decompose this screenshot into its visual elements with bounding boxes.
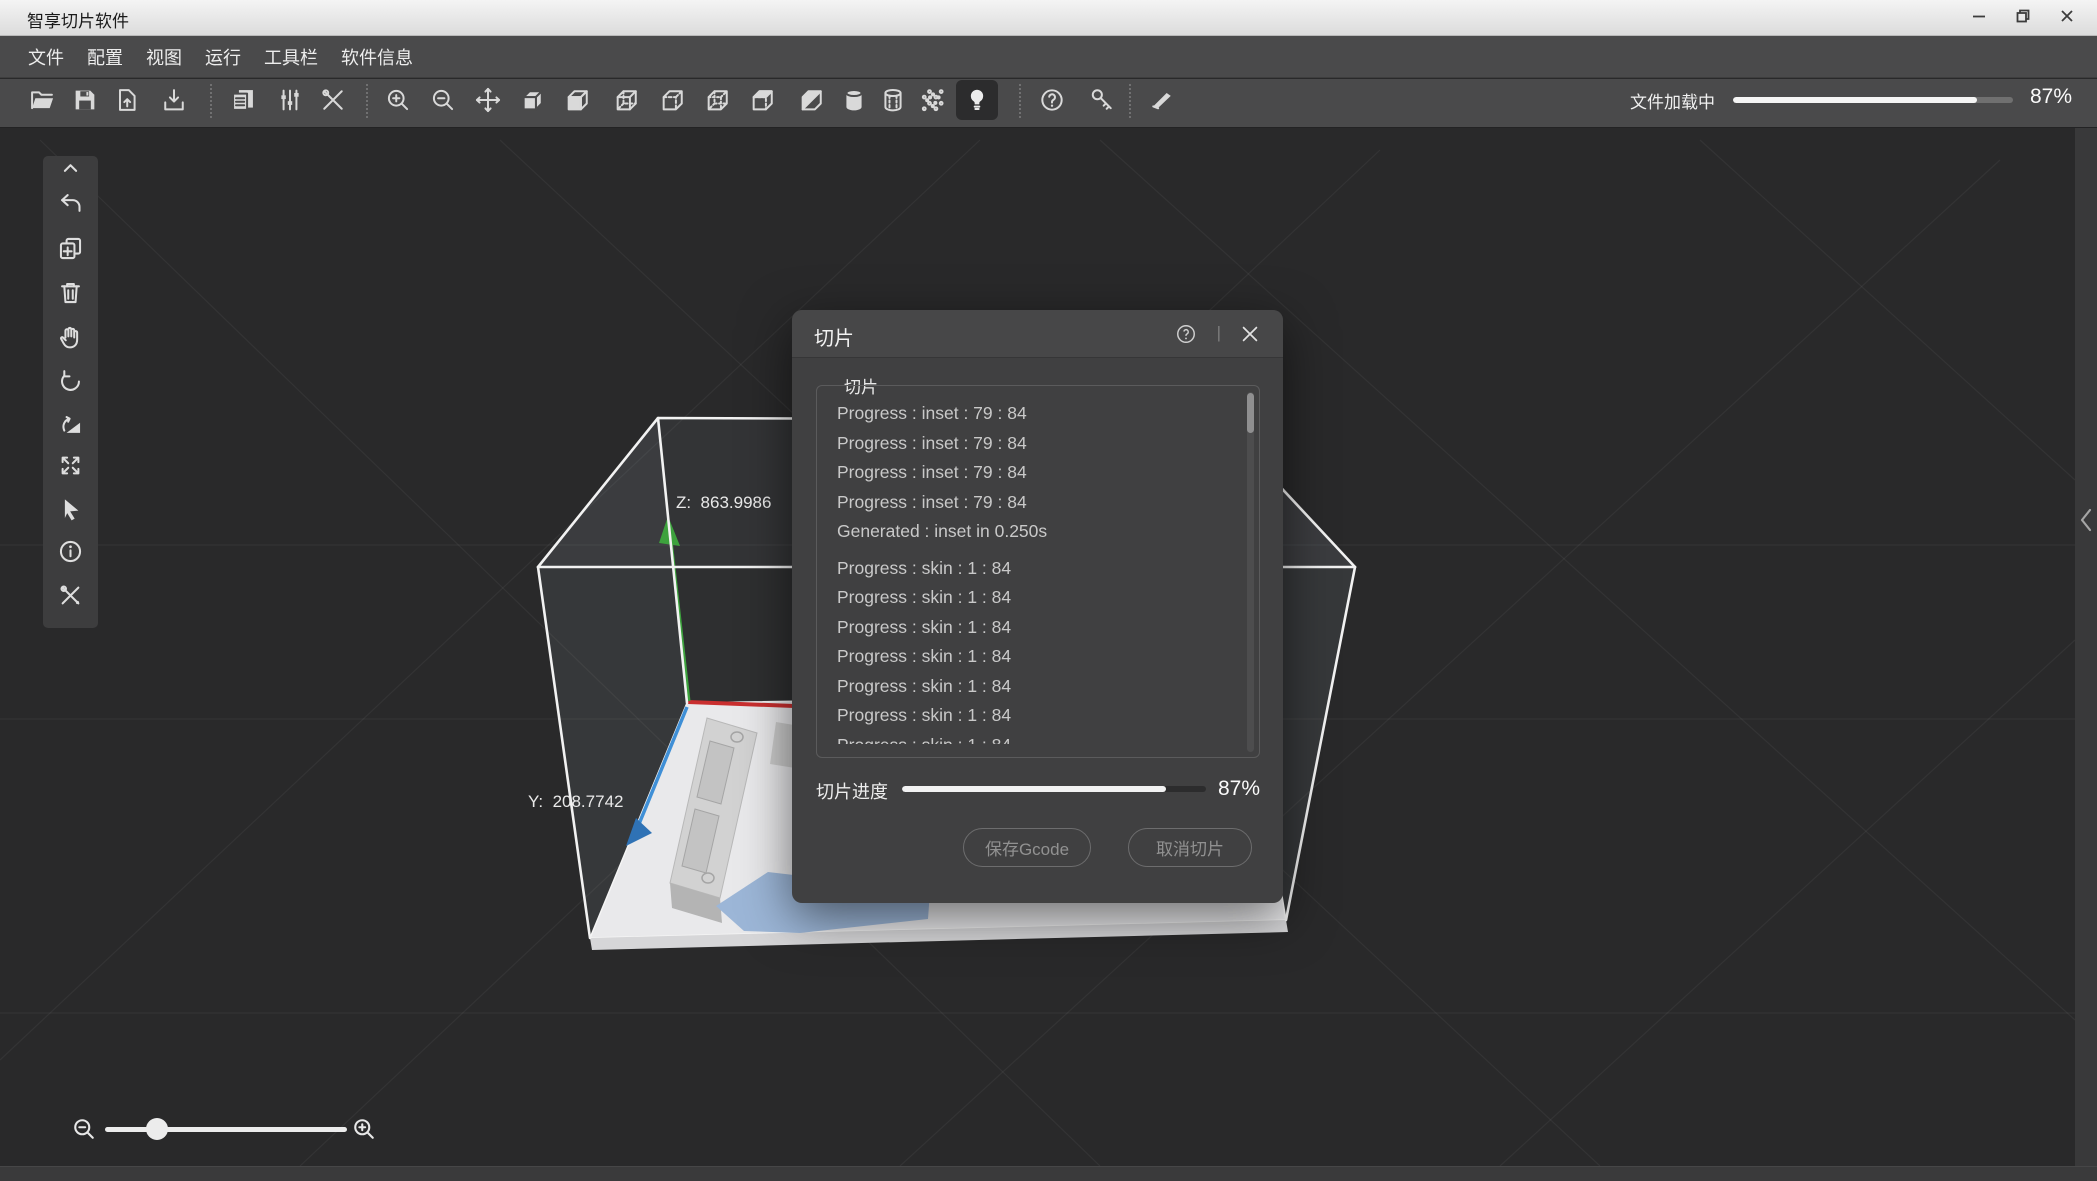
file-loading-label: 文件加载中: [1630, 88, 1715, 113]
dialog-help-button[interactable]: [1175, 323, 1197, 345]
slice-dialog: 切片 | 切片 Progress : inset : 79 : 84Progre…: [792, 310, 1283, 903]
chevron-left-icon: [2079, 632, 2093, 663]
minimize-icon: [1971, 8, 1987, 29]
restore-button[interactable]: [2001, 0, 2045, 36]
export-model-icon[interactable]: [157, 83, 191, 117]
slice-dialog-header[interactable]: 切片 |: [792, 310, 1283, 358]
slice-log-line: Progress : skin : 1 : 84: [831, 613, 1236, 643]
license-key-icon[interactable]: [1085, 83, 1119, 117]
close-button[interactable]: [2045, 0, 2089, 36]
help-icon: [1175, 332, 1197, 349]
cube-dashed-b-icon[interactable]: [701, 83, 735, 117]
cancel-slice-button[interactable]: 取消切片: [1128, 828, 1252, 867]
status-strip: [0, 1166, 2097, 1181]
collapse-chevron-icon[interactable]: [55, 152, 85, 182]
slice-log-line: Progress : skin : 1 : 84: [831, 642, 1236, 672]
slice-log-line: Progress : skin : 1 : 84: [831, 672, 1236, 702]
slice-log-line: Progress : inset : 79 : 84: [831, 458, 1236, 488]
open-file-icon[interactable]: [25, 83, 59, 117]
file-loading-progressbar: [1733, 97, 2013, 103]
mirror-icon[interactable]: [55, 410, 85, 440]
info-icon[interactable]: [55, 536, 85, 566]
save-file-icon[interactable]: [68, 83, 102, 117]
window-title: 智享切片软件: [27, 7, 129, 32]
cylinder-wireframe-icon[interactable]: [876, 83, 910, 117]
menu-file[interactable]: 文件: [28, 44, 64, 70]
zoom-out-icon[interactable]: [426, 83, 460, 117]
duplicate-icon[interactable]: [55, 233, 85, 263]
toolbar-separator: [1019, 84, 1021, 118]
slice-log-line: Progress : inset : 79 : 84: [831, 488, 1236, 518]
toolbar-separator: [210, 84, 212, 118]
repair-model-icon[interactable]: [55, 580, 85, 610]
rotate-icon[interactable]: [55, 366, 85, 396]
undo-icon[interactable]: [55, 188, 85, 218]
cube-dashed-a-icon[interactable]: [656, 83, 690, 117]
zoom-in-icon[interactable]: [381, 83, 415, 117]
menu-view[interactable]: 视图: [146, 44, 182, 70]
move-icon[interactable]: [471, 83, 505, 117]
cylinder-icon[interactable]: [837, 83, 871, 117]
slice-log-line: Progress : skin : 1 : 84: [831, 731, 1236, 745]
file-loading-progress-fill: [1733, 97, 1977, 103]
toolbar-separator: [366, 84, 368, 118]
slice-log-line: Progress : skin : 1 : 84: [831, 583, 1236, 613]
viewport-zoom-in-icon[interactable]: [350, 1115, 378, 1143]
cube-wireframe-icon[interactable]: [610, 83, 644, 117]
dialog-close-button[interactable]: [1239, 323, 1261, 345]
menu-bar: 文件 配置 视图 运行 工具栏 软件信息: [0, 36, 2097, 78]
dialog-header-separator: |: [1217, 323, 1221, 343]
fit-view-icon[interactable]: [55, 450, 85, 480]
slice-log-line: Progress : inset : 79 : 84: [831, 399, 1236, 429]
viewport-zoom-slider-thumb[interactable]: [146, 1118, 168, 1140]
print-pages-icon[interactable]: [226, 83, 260, 117]
close-icon: [2059, 8, 2075, 29]
save-gcode-button[interactable]: 保存Gcode: [963, 828, 1091, 867]
viewport-zoom-out-icon[interactable]: [70, 1115, 98, 1143]
menu-toolbar[interactable]: 工具栏: [264, 44, 318, 70]
point-cloud-cube-icon[interactable]: [916, 83, 950, 117]
slice-log-line: Progress : skin : 1 : 84: [831, 554, 1236, 584]
minimize-button[interactable]: [1957, 0, 2001, 36]
slice-log-line: Generated : inset in 0.250s: [831, 517, 1236, 547]
slice-log-line: Progress : inset : 79 : 84: [831, 429, 1236, 459]
slice-knife-icon[interactable]: [1145, 83, 1179, 117]
file-loading-percent: 87%: [2022, 85, 2072, 109]
menu-config[interactable]: 配置: [87, 44, 123, 70]
right-panel-toggle[interactable]: [2075, 128, 2097, 1166]
import-model-icon[interactable]: [110, 83, 144, 117]
delete-icon[interactable]: [55, 277, 85, 307]
pan-hand-icon[interactable]: [55, 322, 85, 352]
help-icon[interactable]: [1035, 83, 1069, 117]
cube-solid-icon[interactable]: [516, 83, 550, 117]
sliders-settings-icon[interactable]: [273, 83, 307, 117]
close-icon: [1239, 332, 1261, 349]
repair-tools-icon[interactable]: [316, 83, 350, 117]
slice-log-groupbox: Progress : inset : 79 : 84Progress : ins…: [816, 385, 1260, 758]
restore-icon: [2015, 8, 2031, 29]
log-scrollbar-track[interactable]: [1247, 392, 1254, 752]
cube-front-icon[interactable]: [561, 83, 595, 117]
cube-dashed-c-icon[interactable]: [746, 83, 780, 117]
slice-log-line: Progress : skin : 1 : 84: [831, 701, 1236, 731]
y-axis-label: Y: 208.7742: [528, 792, 623, 812]
cube-cut-icon[interactable]: [795, 83, 829, 117]
log-scrollbar-thumb[interactable]: [1247, 393, 1254, 433]
viewport-zoom-slider-track[interactable]: [105, 1127, 347, 1132]
menu-run[interactable]: 运行: [205, 44, 241, 70]
slice-progress-label: 切片进度: [816, 778, 888, 804]
z-axis-label: Z: 863.9986: [676, 493, 771, 513]
menu-about[interactable]: 软件信息: [341, 44, 413, 70]
slice-progress-fill: [902, 786, 1166, 792]
slice-progress-percent: 87%: [1210, 777, 1260, 801]
app-window: 智享切片软件 文件 配置 视图 运行 工具栏 软件信息: [0, 0, 2097, 1181]
slice-progressbar: [902, 786, 1206, 792]
toolbar-separator: [1129, 84, 1131, 118]
slice-log-area[interactable]: Progress : inset : 79 : 84Progress : ins…: [831, 399, 1236, 744]
slice-dialog-title: 切片: [814, 322, 854, 351]
window-titlebar: 智享切片软件: [0, 0, 2097, 36]
light-toggle-icon[interactable]: [960, 83, 994, 117]
select-pointer-icon[interactable]: [55, 494, 85, 524]
